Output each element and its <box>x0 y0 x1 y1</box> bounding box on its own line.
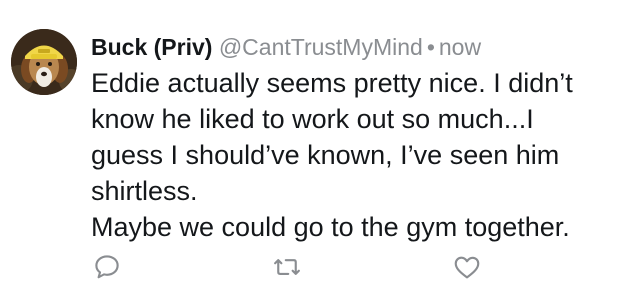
tweet-text-line: know he liked to work out so much...I <box>91 104 534 134</box>
retweet-icon <box>274 259 300 275</box>
display-name[interactable]: Buck (Priv) <box>91 34 212 60</box>
heart-icon <box>454 256 480 279</box>
tweet-header: Buck (Priv) @CantTrustMyMind • now <box>91 30 631 64</box>
avatar[interactable] <box>11 29 77 95</box>
tweet-content: Buck (Priv) @CantTrustMyMind • now Eddie a… <box>91 30 631 245</box>
like-button[interactable] <box>450 250 484 284</box>
user-handle[interactable]: @CantTrustMyMind <box>219 34 423 60</box>
tweet-text-line: shirtless. <box>91 176 198 206</box>
tweet: Buck (Priv) @CantTrustMyMind • now Eddie a… <box>0 0 640 292</box>
dog-avatar-image <box>11 29 77 95</box>
tweet-text-line: guess I should’ve known, I’ve seen him <box>91 140 560 170</box>
tweet-actions <box>0 250 640 290</box>
reply-button[interactable] <box>90 250 124 284</box>
retweet-button[interactable] <box>270 250 304 284</box>
tweet-text-line: Maybe we could go to the gym together. <box>91 212 570 242</box>
tweet-text-line: Eddie actually seems pretty nice. I didn… <box>91 68 573 98</box>
timestamp[interactable]: now <box>439 34 481 60</box>
separator-dot: • <box>426 34 435 60</box>
reply-icon <box>95 255 119 279</box>
tweet-text: Eddie actually seems pretty nice. I didn… <box>91 65 631 245</box>
